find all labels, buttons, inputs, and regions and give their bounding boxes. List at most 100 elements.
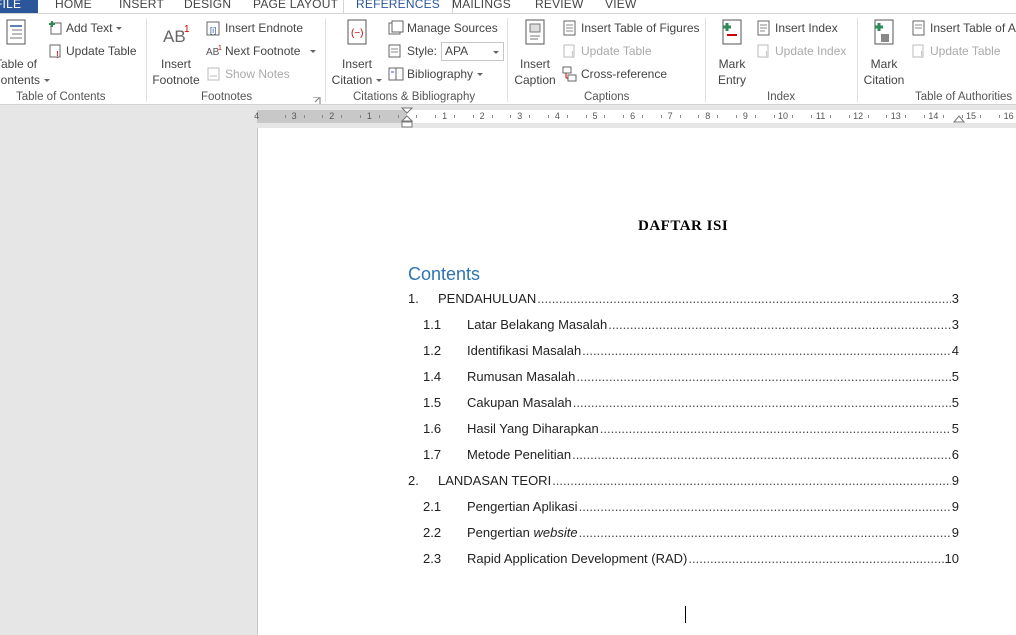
ruler-tick [999, 115, 1001, 118]
manage-sources-icon [388, 20, 404, 36]
ruler-tick [886, 115, 888, 118]
tab-insert[interactable]: INSERT [119, 0, 164, 13]
ruler-number: 3 [517, 111, 523, 121]
toc-leader-dots [573, 395, 951, 410]
update-index-icon: ! [756, 43, 772, 61]
ruler-tick [679, 115, 681, 118]
toc-entry[interactable]: 2. LANDASAN TEORI 9 [408, 472, 959, 488]
mark-citation-button[interactable]: Mark Citation [861, 18, 907, 88]
tab-page-layout[interactable]: PAGE LAYOUT [253, 0, 338, 13]
toc-entry[interactable]: 2.3 Rapid Application Development (RAD) 10 [423, 550, 959, 566]
document-page[interactable]: DAFTAR ISI Contents 1. PENDAHULUAN 3 1.1 Lat… [257, 128, 1016, 635]
footnotes-dialog-launcher-icon[interactable] [313, 94, 321, 104]
group-label-index: Index [767, 91, 796, 103]
ruler-tick [548, 115, 549, 118]
right-indent-marker-icon[interactable] [953, 115, 965, 125]
toc-leader-dots [688, 551, 943, 566]
citation-style-dropdown[interactable]: APA [441, 41, 505, 61]
toc-leader-dots [537, 291, 951, 306]
mark-entry-button[interactable]: Mark Entry [709, 18, 755, 88]
table-of-contents-button[interactable]: Table of Contents [0, 18, 51, 88]
horizontal-ruler[interactable]: 4 3 2 1 1 2 3 4 5 6 7 8 9 10 11 12 13 14 15 16 [0, 106, 1016, 128]
insert-citation-button[interactable]: (−) Insert Citation [330, 18, 384, 88]
toc-entry-title-text: Cakupan Masalah [467, 395, 572, 410]
toc-entry-title: Rapid Application Development (RAD) [467, 551, 687, 566]
insert-footnote-button[interactable]: AB 1 Insert Footnote [150, 18, 202, 88]
ruler-number: 9 [742, 111, 748, 121]
tab-home[interactable]: HOME [55, 0, 92, 13]
tab-design[interactable]: DESIGN [184, 0, 231, 13]
toc-entry-number: 1.6 [423, 421, 442, 436]
toc-leader-dots [579, 525, 951, 540]
ruler-tick [435, 115, 437, 118]
toc-entry[interactable]: 1.5 Cakupan Masalah 5 [423, 394, 959, 410]
insert-endnote-icon: [i] [206, 20, 222, 36]
toc-leader-dots [608, 317, 951, 332]
svg-text:(−): (−) [351, 28, 364, 39]
bibliography-button[interactable]: Bibliography [388, 64, 484, 84]
svg-text:1: 1 [218, 45, 222, 52]
toc-entry-page: 9 [951, 525, 959, 540]
toc-entry-page: 3 [951, 291, 959, 306]
style-icon [388, 43, 404, 59]
toc-entry-title: Pengertian Aplikasi [467, 499, 578, 514]
indent-marker-icon[interactable] [401, 107, 413, 129]
ruler-tick [322, 115, 324, 118]
group-divider [146, 18, 147, 102]
update-table-of-figures-button[interactable]: ! Update Table [562, 41, 652, 61]
group-label-toc: Table of Contents [16, 91, 106, 103]
ruler-number: 12 [853, 111, 864, 121]
toc-entry-page: 10 [944, 551, 959, 566]
manage-sources-button[interactable]: Manage Sources [388, 18, 498, 38]
update-index-button[interactable]: ! Update Index [756, 41, 846, 61]
ruler-tick [472, 115, 474, 118]
ruler-tick [773, 115, 775, 118]
add-text-button[interactable]: Add Text [47, 18, 123, 38]
toc-entry-number: 2.3 [423, 551, 442, 566]
toc-entry-title: Pengertian website [467, 525, 578, 540]
group-divider [705, 18, 706, 102]
ruler-tick [623, 115, 625, 118]
mark-entry-label-1: Mark [718, 57, 746, 71]
document-title: DAFTAR ISI [638, 218, 729, 234]
toc-entry[interactable]: 1.4 Rumusan Masalah 5 [423, 368, 959, 384]
toc-entry-title-text: Pengertian Aplikasi [467, 499, 578, 514]
tab-mailings[interactable]: MAILINGS [452, 0, 511, 13]
next-footnote-button[interactable]: AB 1 Next Footnote [206, 41, 317, 61]
insert-endnote-button[interactable]: [i] Insert Endnote [206, 18, 303, 38]
toc-entry-title: Cakupan Masalah [467, 395, 572, 410]
group-label-authorities: Table of Authorities [915, 91, 1013, 103]
toc-entry[interactable]: 1.1 Latar Belakang Masalah 3 [423, 316, 959, 332]
ruler-number: 15 [965, 111, 977, 121]
toc-entry[interactable]: 2.2 Pengertian website 9 [423, 524, 959, 540]
group-label-footnotes: Footnotes [201, 91, 253, 103]
insert-index-button[interactable]: Insert Index [756, 18, 838, 38]
ruler-tick [491, 115, 493, 118]
update-table-button[interactable]: ! Update Table [47, 41, 137, 61]
svg-text:[i]: [i] [210, 26, 216, 35]
toc-button-label-2: Contents [0, 72, 51, 88]
cross-reference-button[interactable]: Cross-reference [562, 64, 667, 84]
text-cursor [685, 606, 686, 623]
toc-entry[interactable]: 1.2 Identifikasi Masalah 4 [423, 342, 959, 358]
insert-table-of-figures-button[interactable]: Insert Table of Figures [562, 18, 700, 38]
insert-caption-button[interactable]: Insert Caption [511, 18, 559, 88]
tab-file[interactable]: FILE [0, 0, 38, 13]
toc-button-label-1: Table of [0, 57, 38, 71]
ruler-tick [454, 115, 455, 118]
toc-entry[interactable]: 1. PENDAHULUAN 3 [408, 290, 959, 306]
toc-leader-dots [582, 343, 951, 358]
show-notes-button[interactable]: Show Notes [206, 64, 290, 84]
tab-view[interactable]: VIEW [605, 0, 636, 13]
ruler-tick [416, 115, 418, 118]
toc-entry-title: LANDASAN TEORI [438, 473, 551, 488]
tab-references[interactable]: REFERENCES [343, 0, 454, 13]
tab-review[interactable]: REVIEW [535, 0, 584, 13]
ruler-tick [529, 115, 531, 118]
insert-table-of-authorities-button[interactable]: Insert Table of Au [911, 18, 1016, 38]
toc-entry[interactable]: 1.7 Metode Penelitian 6 [423, 446, 959, 462]
update-table-icon: ! [562, 43, 578, 61]
toc-entry[interactable]: 1.6 Hasil Yang Diharapkan 5 [423, 420, 959, 436]
toc-entry[interactable]: 2.1 Pengertian Aplikasi 9 [423, 498, 959, 514]
update-table-of-authorities-button[interactable]: ! Update Table [911, 41, 1001, 61]
